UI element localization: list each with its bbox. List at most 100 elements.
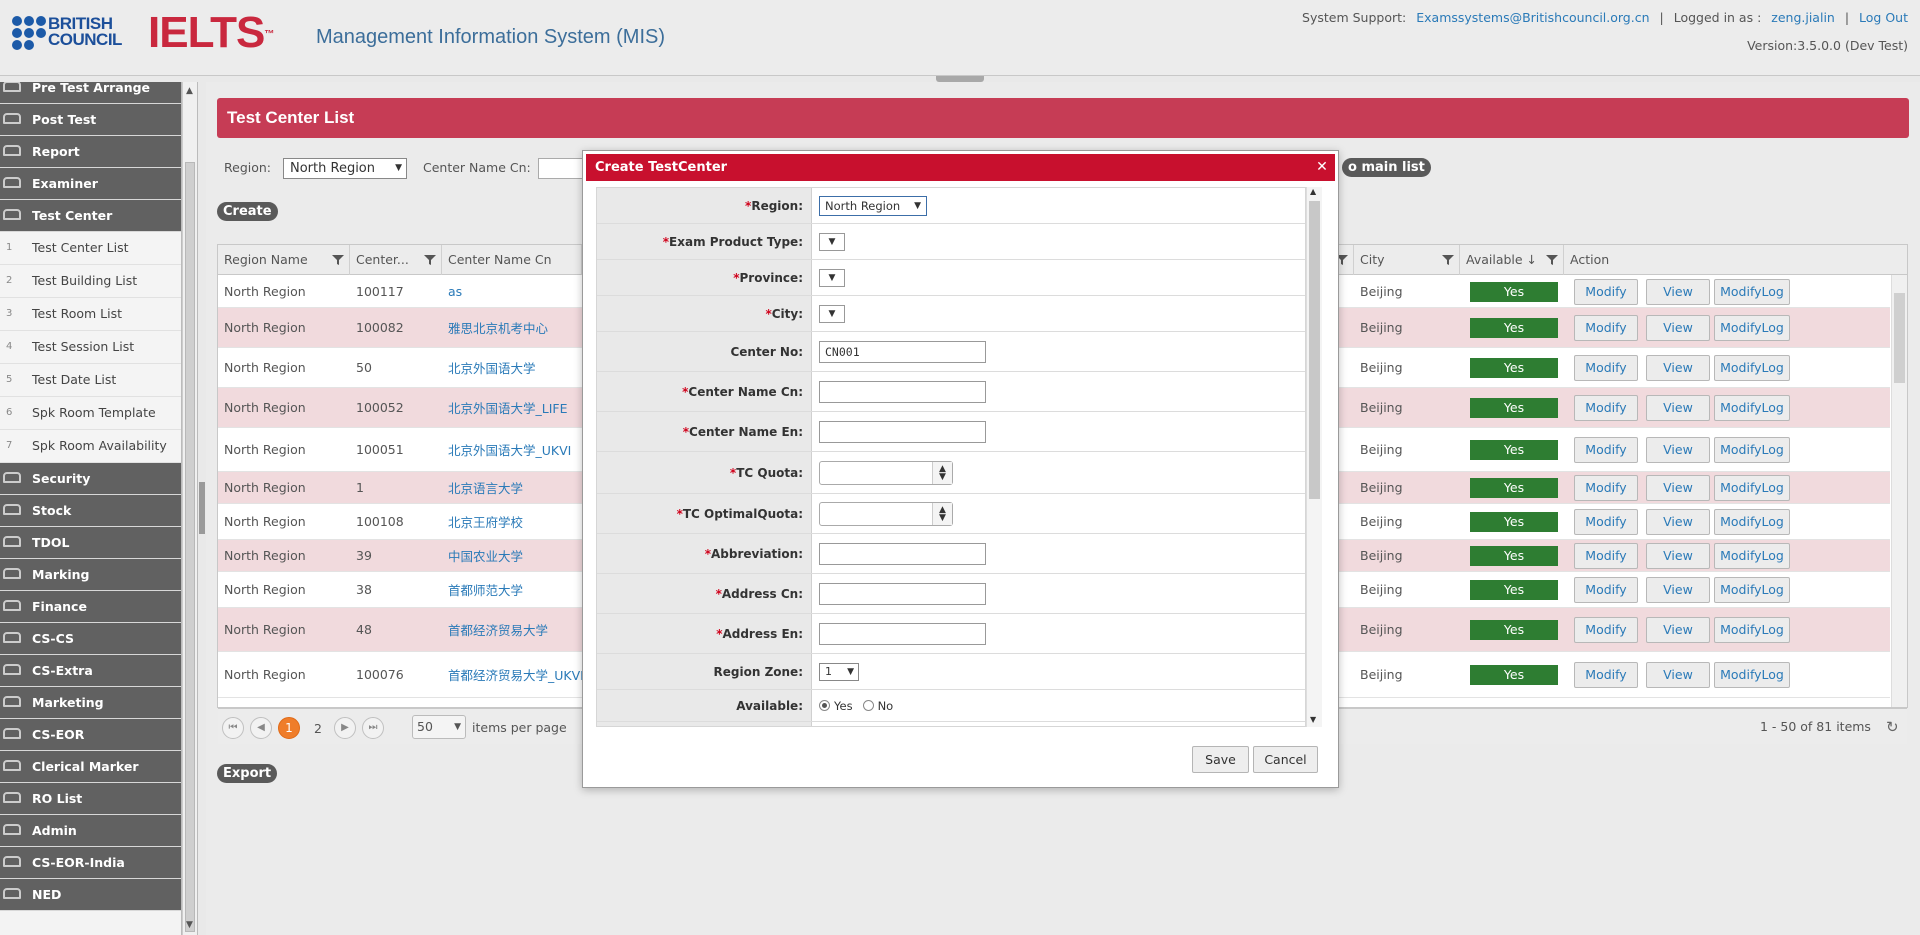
modify-button[interactable]: Modify: [1574, 437, 1638, 463]
modify-button[interactable]: Modify: [1574, 355, 1638, 381]
tc_quota-numeric[interactable]: ▲ ▼: [819, 460, 953, 485]
prev-page-icon[interactable]: ◀: [250, 717, 272, 739]
cell-center-name-link[interactable]: 中国农业大学: [442, 540, 523, 571]
modify-button[interactable]: Modify: [1574, 543, 1638, 569]
sidebar-scroll-thumb[interactable]: [185, 162, 195, 932]
modify-button[interactable]: Modify: [1574, 509, 1638, 535]
user-name-link[interactable]: zeng.jialin: [1771, 10, 1835, 25]
modify-button[interactable]: Modify: [1574, 617, 1638, 643]
sidebar-subitem-3[interactable]: 4 Test Session List: [0, 331, 181, 364]
modify-button[interactable]: Modify: [1574, 395, 1638, 421]
exam_product_type-select[interactable]: ▼: [819, 232, 845, 251]
cell-center-name-link[interactable]: 北京外国语大学: [442, 348, 536, 387]
cell-center-name-link[interactable]: 雅思北京机考中心: [442, 308, 548, 347]
col-city-header[interactable]: City: [1354, 245, 1460, 275]
view-button[interactable]: View: [1646, 543, 1710, 569]
sidebar-item-b1[interactable]: Stock: [0, 495, 181, 527]
scroll-down-icon[interactable]: ▼: [186, 920, 193, 930]
city-select[interactable]: ▼: [819, 304, 845, 323]
modifylog-button[interactable]: ModifyLog: [1714, 662, 1790, 688]
modifylog-button[interactable]: ModifyLog: [1714, 577, 1790, 603]
address_en-input[interactable]: [819, 622, 986, 645]
region-zone-select[interactable]: 1 ▼: [819, 662, 859, 681]
sidebar-item-b6[interactable]: CS-Extra: [0, 655, 181, 687]
province-select[interactable]: ▼: [819, 268, 845, 287]
view-button[interactable]: View: [1646, 509, 1710, 535]
sidebar-item-4[interactable]: Test Center: [0, 200, 181, 232]
filter-icon[interactable]: [424, 254, 436, 266]
sidebar-item-b2[interactable]: TDOL: [0, 527, 181, 559]
sidebar-item-b11[interactable]: Admin: [0, 815, 181, 847]
cell-center-name-link[interactable]: 北京语言大学: [442, 472, 523, 503]
col-region-header[interactable]: Region Name: [218, 245, 350, 275]
center_name_cn-input[interactable]: [819, 380, 986, 403]
view-button[interactable]: View: [1646, 577, 1710, 603]
modifylog-button[interactable]: ModifyLog: [1714, 355, 1790, 381]
form-scrollbar[interactable]: ▲ ▼: [1306, 187, 1322, 727]
cell-center-name-link[interactable]: 北京外国语大学_LIFE: [442, 388, 568, 427]
export-button[interactable]: Export: [217, 764, 278, 783]
abbreviation-input[interactable]: [819, 542, 986, 565]
sidebar-subitem-0[interactable]: 1 Test Center List: [0, 232, 181, 265]
page-button-2[interactable]: 2: [314, 721, 322, 736]
view-button[interactable]: View: [1646, 355, 1710, 381]
next-page-icon[interactable]: ▶: [334, 717, 356, 739]
view-button[interactable]: View: [1646, 437, 1710, 463]
create-button[interactable]: Create: [217, 202, 278, 221]
view-button[interactable]: View: [1646, 395, 1710, 421]
modify-button[interactable]: Modify: [1574, 577, 1638, 603]
region-filter-select[interactable]: North Region ▼: [283, 158, 407, 179]
modifylog-button[interactable]: ModifyLog: [1714, 395, 1790, 421]
modifylog-button[interactable]: ModifyLog: [1714, 543, 1790, 569]
view-button[interactable]: View: [1646, 475, 1710, 501]
modify-button[interactable]: Modify: [1574, 662, 1638, 688]
region-select[interactable]: North Region ▼: [819, 195, 927, 216]
sidebar-item-b12[interactable]: CS-EOR-India: [0, 847, 181, 879]
modify-button[interactable]: Modify: [1574, 279, 1638, 305]
cell-center-name-link[interactable]: 首都师范大学: [442, 572, 523, 607]
cell-center-name-link[interactable]: 首都经济贸易大学_UKVI: [442, 652, 584, 697]
support-email-link[interactable]: Examssystems@Britishcouncil.org.cn: [1416, 10, 1649, 25]
sidebar-subitem-4[interactable]: 5 Test Date List: [0, 364, 181, 397]
col-center-header[interactable]: Center...: [350, 245, 442, 275]
back-to-main-list-button[interactable]: o main list: [1342, 158, 1431, 177]
last-page-icon[interactable]: ⏭: [362, 717, 384, 739]
cell-center-name-link[interactable]: as: [442, 276, 462, 307]
sidebar-scrollbar[interactable]: ▲ ▼: [182, 82, 198, 935]
sidebar-item-b8[interactable]: CS-EOR: [0, 719, 181, 751]
page-button-current[interactable]: 1: [278, 717, 300, 739]
sidebar-resize-handle[interactable]: [199, 482, 205, 534]
sidebar-item-b7[interactable]: Marketing: [0, 687, 181, 719]
sidebar-item-b10[interactable]: RO List: [0, 783, 181, 815]
modifylog-button[interactable]: ModifyLog: [1714, 437, 1790, 463]
spinner-arrows-icon[interactable]: ▲ ▼: [932, 461, 952, 484]
view-button[interactable]: View: [1646, 279, 1710, 305]
center_no-input[interactable]: CN001: [819, 340, 986, 363]
sidebar-item-b3[interactable]: Marking: [0, 559, 181, 591]
sidebar-item-b4[interactable]: Finance: [0, 591, 181, 623]
grid-scroll-thumb[interactable]: [1894, 293, 1905, 383]
sidebar-item-b5[interactable]: CS-CS: [0, 623, 181, 655]
center-name-filter-input[interactable]: [538, 158, 588, 179]
view-button[interactable]: View: [1646, 315, 1710, 341]
spinner-arrows-icon[interactable]: ▲ ▼: [932, 502, 952, 525]
sidebar-subitem-6[interactable]: 7 Spk Room Availability: [0, 430, 181, 463]
sidebar-subitem-1[interactable]: 2 Test Building List: [0, 265, 181, 298]
refresh-icon[interactable]: ↻: [1886, 718, 1899, 736]
modify-button[interactable]: Modify: [1574, 475, 1638, 501]
sidebar-subitem-5[interactable]: 6 Spk Room Template: [0, 397, 181, 430]
first-page-icon[interactable]: ⏮: [222, 717, 244, 739]
sidebar-subitem-2[interactable]: 3 Test Room List: [0, 298, 181, 331]
sidebar-item-b9[interactable]: Clerical Marker: [0, 751, 181, 783]
modify-button[interactable]: Modify: [1574, 315, 1638, 341]
view-button[interactable]: View: [1646, 617, 1710, 643]
close-icon[interactable]: ✕: [1315, 160, 1329, 174]
center_name_en-input[interactable]: [819, 420, 986, 443]
cell-center-name-link[interactable]: 北京外国语大学_UKVI: [442, 428, 571, 471]
save-button[interactable]: Save: [1192, 746, 1249, 773]
logout-link[interactable]: Log Out: [1859, 10, 1908, 25]
available-yes-radio[interactable]: [819, 700, 830, 711]
cancel-button[interactable]: Cancel: [1253, 746, 1318, 773]
modifylog-button[interactable]: ModifyLog: [1714, 617, 1790, 643]
filter-icon[interactable]: [332, 254, 344, 266]
